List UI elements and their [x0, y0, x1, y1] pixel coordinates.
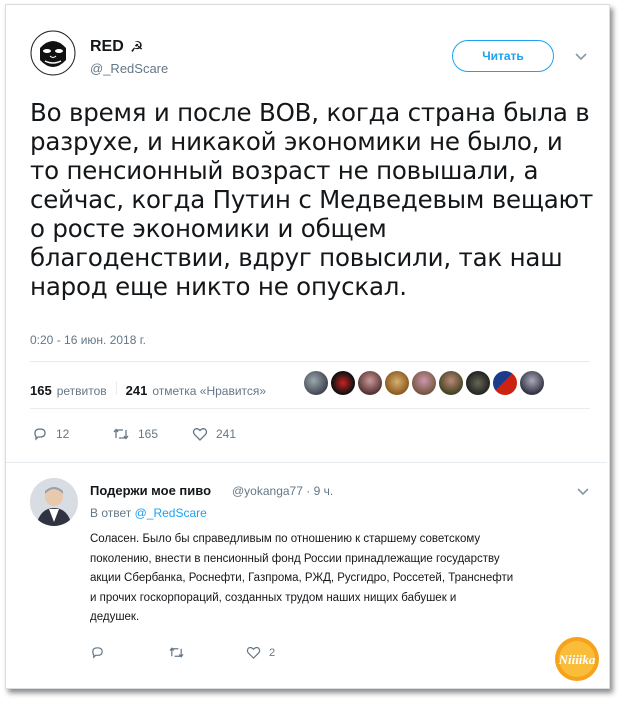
- tweet-text-line: разрухе, и никакой экономики не было, и: [30, 127, 563, 156]
- divider: [30, 408, 590, 409]
- liker-avatar[interactable]: [412, 371, 436, 395]
- author-name[interactable]: RED: [90, 38, 124, 56]
- reply-text: Соласен. Было бы справедливым по отношен…: [90, 530, 595, 628]
- retweets-label[interactable]: ретвитов: [57, 384, 107, 398]
- in-reply-to: В ответ @_RedScare: [90, 506, 207, 520]
- liker-avatar[interactable]: [331, 371, 355, 395]
- chevron-down-icon[interactable]: [576, 487, 590, 497]
- liker-avatar[interactable]: [358, 371, 382, 395]
- liker-avatar[interactable]: [304, 371, 328, 395]
- author-handle[interactable]: @_RedScare: [90, 61, 168, 76]
- liker-avatar[interactable]: [520, 371, 544, 395]
- tweet-text-line: благоденствии, вдруг повысили, так наш: [30, 243, 563, 272]
- reply-like-count: 2: [269, 646, 276, 659]
- watermark-text: Niiiika: [558, 652, 596, 667]
- divider: [6, 462, 607, 463]
- in-reply-to-handle[interactable]: @_RedScare: [135, 506, 207, 520]
- reply-text-line: дедушек.: [90, 611, 140, 623]
- stats-separator: [115, 381, 117, 395]
- tweet-text-line: Во время и после ВОВ, когда страна была …: [30, 98, 590, 127]
- liker-avatar[interactable]: [385, 371, 409, 395]
- reply-text-line: поколению, внести в пенсионный фонд Росс…: [90, 552, 500, 565]
- retweet-icon: [113, 428, 129, 440]
- tweet-text: Во время и после ВОВ, когда страна была …: [30, 98, 595, 301]
- heart-icon: [192, 428, 208, 441]
- reply-text-line: и прочих госкорпораций, созданных трудом…: [90, 591, 457, 604]
- reply-author-avatar[interactable]: [30, 478, 78, 526]
- reply-icon: [34, 428, 46, 441]
- tweet-timestamp[interactable]: 0:20 - 16 июн. 2018 г.: [30, 333, 146, 347]
- retweets-count[interactable]: 165: [30, 383, 52, 398]
- author-avatar[interactable]: [30, 30, 76, 76]
- tweet-actions: 12 165 241: [32, 426, 272, 442]
- like-count: 241: [216, 427, 237, 441]
- liker-avatar[interactable]: [466, 371, 490, 395]
- retweet-icon: [169, 647, 184, 658]
- reply-count: 12: [56, 427, 70, 441]
- reply-icon: [92, 647, 103, 659]
- reply-author-name[interactable]: Подержи мое пиво: [90, 483, 211, 498]
- reply-action[interactable]: 12: [32, 426, 112, 442]
- tweet-text-line: то пенсионный возраст не повышали, а: [30, 156, 539, 185]
- retweet-action[interactable]: 165: [112, 426, 192, 442]
- like-action[interactable]: 2: [246, 645, 324, 660]
- retweet-action[interactable]: [168, 645, 246, 660]
- in-reply-to-prefix: В ответ: [90, 506, 132, 520]
- retweet-count: 165: [138, 427, 159, 441]
- like-action[interactable]: 241: [192, 426, 272, 442]
- tweet-text-line: народ еще никто не опускал.: [30, 272, 407, 301]
- likes-label[interactable]: отметка «Нравится»: [152, 384, 266, 398]
- reply-actions: 2: [90, 645, 324, 660]
- reply-text-line: акции Сбербанка, Роснефти, Газпрома, РЖД…: [90, 572, 514, 584]
- divider: [30, 361, 590, 362]
- liker-avatars: [304, 371, 544, 395]
- chevron-down-icon[interactable]: [574, 52, 588, 62]
- liker-avatar[interactable]: [493, 371, 517, 395]
- reply-author-handle[interactable]: @yokanga77 · 9 ч.: [232, 484, 333, 498]
- hammer-sickle-icon: ☭: [130, 39, 144, 56]
- reply-text-line: Соласен. Было бы справедливым по отношен…: [90, 533, 481, 545]
- heart-icon: [246, 646, 261, 659]
- watermark-logo: Niiiika: [555, 637, 599, 681]
- likes-count[interactable]: 241: [126, 383, 148, 398]
- tweet-stats: 165 ретвитов 241 отметка «Нравится»: [30, 381, 266, 398]
- follow-button[interactable]: Читать: [452, 40, 554, 72]
- reply-action[interactable]: [90, 645, 168, 660]
- tweet-text-line: о росте экономики и общем: [30, 214, 387, 243]
- liker-avatar[interactable]: [439, 371, 463, 395]
- tweet-text-line: сейчас, когда Путин с Медведевым вещают: [30, 185, 594, 214]
